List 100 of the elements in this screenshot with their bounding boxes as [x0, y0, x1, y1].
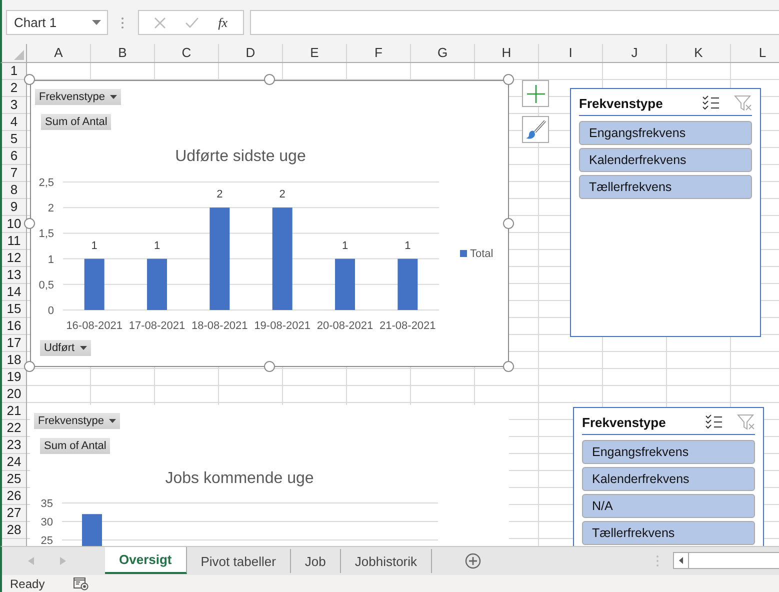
formula-input[interactable]: [250, 10, 779, 35]
row-header[interactable]: 21: [2, 403, 26, 420]
row-header[interactable]: 22: [2, 420, 26, 437]
column-header[interactable]: A: [27, 44, 91, 62]
row-header[interactable]: 16: [2, 318, 26, 335]
insert-function-button[interactable]: fx: [218, 14, 228, 30]
slicer-item[interactable]: Kalenderfrekvens: [582, 467, 755, 491]
resize-handle[interactable]: [503, 74, 514, 85]
multi-select-icon[interactable]: [705, 414, 723, 430]
axis-tick-label: 35: [40, 498, 53, 510]
name-box-value: Chart 1: [14, 15, 57, 30]
status-text: Ready: [10, 576, 45, 590]
check-icon[interactable]: [185, 16, 200, 28]
multi-select-icon[interactable]: [702, 95, 720, 111]
select-all-icon[interactable]: [14, 50, 24, 60]
slicer-item[interactable]: N/A: [582, 494, 755, 518]
grip-icon: [121, 17, 124, 29]
column-header[interactable]: F: [347, 44, 411, 62]
data-label: 2: [279, 188, 286, 201]
category-label: 16-08-2021: [66, 320, 122, 332]
column-header[interactable]: D: [219, 44, 283, 62]
chart-area[interactable]: Jobs kommende uge 25 30 35 Frekvenstype Sum of Antal: [30, 405, 509, 546]
axis-tick-label: 1,5: [38, 228, 54, 240]
column-header[interactable]: G: [411, 44, 475, 62]
slicer-item[interactable]: Tællerfrekvens: [579, 175, 752, 199]
macro-recording-icon[interactable]: [72, 576, 89, 590]
column-header[interactable]: L: [731, 44, 779, 62]
sheet-tab[interactable]: Pivot tabeller: [186, 549, 291, 573]
slicer-title: Frekvenstype: [579, 96, 664, 110]
row-header[interactable]: 14: [2, 284, 26, 301]
column-header[interactable]: B: [91, 44, 155, 62]
row-header[interactable]: 4: [2, 114, 26, 131]
row-header[interactable]: 11: [2, 233, 26, 250]
slicer-item[interactable]: Engangsfrekvens: [579, 121, 752, 145]
paintbrush-icon: [524, 118, 546, 140]
data-label: 1: [404, 240, 411, 252]
scroll-left-icon[interactable]: [679, 557, 684, 564]
bar[interactable]: [84, 258, 104, 310]
grip-icon[interactable]: [656, 555, 660, 567]
field-button[interactable]: Sum of Antal: [40, 438, 110, 454]
field-button[interactable]: Frekvenstype: [35, 89, 122, 105]
bar[interactable]: [272, 208, 292, 310]
cancel-icon[interactable]: [154, 16, 166, 28]
resize-handle[interactable]: [264, 74, 274, 85]
field-button[interactable]: Sum of Antal: [41, 114, 112, 130]
bar[interactable]: [210, 208, 230, 310]
name-box[interactable]: Chart 1: [6, 10, 108, 35]
add-sheet-icon[interactable]: [465, 553, 482, 569]
row-header[interactable]: 26: [2, 488, 26, 505]
row-header[interactable]: 12: [2, 250, 26, 267]
chart-area[interactable]: Udførte sidste uge 0 0,5 1 1,5 2 2,5 1 1 2 2 1 1 16-08-2021 17-08-2021 18-08-2021 19-08-2021 20-08-2021 21-08-2021 Total Frekvenstype Sum of Antal Udført: [30, 80, 509, 367]
field-button[interactable]: Frekvenstype: [34, 413, 120, 429]
row-header[interactable]: 9: [2, 199, 26, 216]
axis-tick-label: 30: [40, 516, 53, 528]
category-label: 18-08-2021: [192, 320, 248, 332]
row-header[interactable]: 28: [2, 522, 26, 539]
column-header[interactable]: C: [155, 44, 219, 62]
bar[interactable]: [398, 258, 418, 310]
sheet-tab[interactable]: Job: [290, 549, 341, 573]
row-header[interactable]: 24: [2, 454, 26, 471]
next-sheet-icon[interactable]: [60, 557, 66, 565]
row-header[interactable]: 17: [2, 335, 26, 352]
column-header[interactable]: E: [283, 44, 347, 62]
column-header[interactable]: H: [475, 44, 539, 62]
slicer-item[interactable]: Tællerfrekvens: [582, 521, 755, 545]
chart-styles-button[interactable]: [522, 116, 549, 143]
resize-handle[interactable]: [503, 361, 514, 372]
sheet-tab[interactable]: Oversigt: [105, 547, 187, 574]
column-header[interactable]: K: [667, 44, 731, 62]
clear-filter-icon[interactable]: [734, 95, 752, 111]
row-header[interactable]: 27: [2, 505, 26, 522]
column-header[interactable]: I: [539, 44, 603, 62]
axis-tick-label: 0: [48, 305, 54, 317]
slicer-item[interactable]: Engangsfrekvens: [582, 440, 755, 464]
row-header[interactable]: 20: [2, 386, 26, 403]
row-header[interactable]: 5: [2, 131, 26, 148]
row-header[interactable]: 3: [2, 97, 26, 114]
row-header[interactable]: 7: [2, 165, 26, 182]
row-header[interactable]: 6: [2, 148, 26, 165]
row-header[interactable]: 19: [2, 369, 26, 386]
axis-tick-label: 25: [40, 535, 53, 546]
row-header[interactable]: 8: [2, 182, 26, 199]
data-label: 1: [154, 240, 160, 252]
row-header[interactable]: 13: [2, 267, 26, 284]
sheet-tab[interactable]: Jobhistorik: [340, 549, 432, 573]
data-label: 1: [91, 240, 98, 252]
chart-title: Udførte sidste uge: [175, 148, 306, 165]
add-chart-element-button[interactable]: [522, 80, 549, 107]
slicer-item[interactable]: Kalenderfrekvens: [579, 148, 752, 172]
column-header[interactable]: J: [603, 44, 667, 62]
axis-tick-label: 2,5: [38, 177, 54, 189]
field-button[interactable]: Udført: [40, 340, 91, 356]
horizontal-scrollbar[interactable]: [673, 552, 779, 569]
slicer-title: Frekvenstype: [582, 414, 667, 430]
row-header[interactable]: 23: [2, 437, 26, 454]
row-header[interactable]: 15: [2, 301, 26, 318]
previous-sheet-icon[interactable]: [28, 557, 34, 565]
clear-filter-icon[interactable]: [737, 414, 755, 430]
row-header[interactable]: 25: [2, 471, 26, 488]
category-label: 19-08-2021: [254, 320, 310, 332]
